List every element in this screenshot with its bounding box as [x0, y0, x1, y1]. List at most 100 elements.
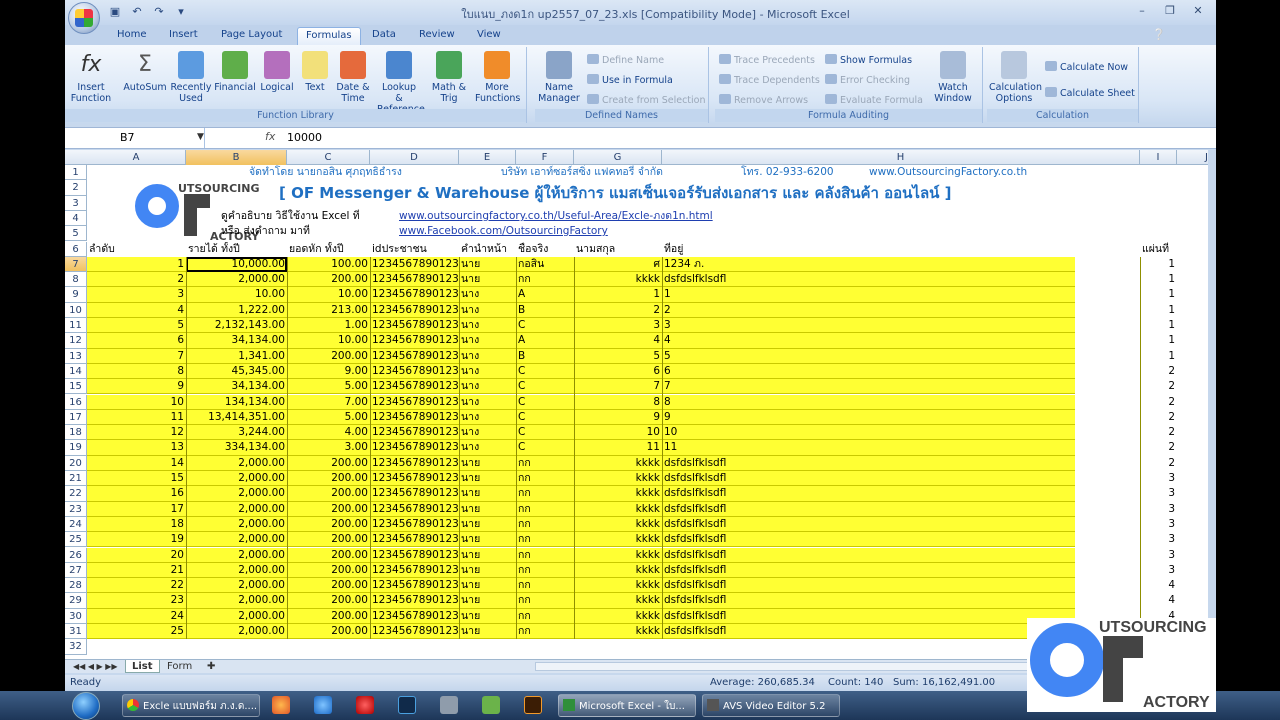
table-cell[interactable]: 1234567890123 — [370, 456, 459, 471]
table-cell[interactable]: 1234567890123 — [370, 272, 459, 287]
table-cell[interactable]: 1234567890123 — [370, 471, 459, 486]
row-header[interactable]: 28 — [65, 578, 87, 594]
table-cell[interactable]: 1 — [1140, 318, 1177, 334]
table-cell[interactable]: 2 — [662, 303, 1140, 318]
name-box-dropdown-icon[interactable]: ▼ — [197, 132, 204, 142]
date-time-button[interactable]: Date & Time — [331, 51, 375, 104]
table-cell[interactable]: 1 — [1140, 256, 1177, 273]
table-cell[interactable]: 334,134.00 — [186, 440, 287, 455]
more-functions-button[interactable]: More Functions — [475, 51, 520, 104]
table-cell[interactable]: 9 — [87, 379, 186, 394]
tab-page-layout[interactable]: Page Layout — [213, 27, 290, 45]
table-cell[interactable]: A — [516, 287, 574, 302]
row-header[interactable]: 21 — [65, 471, 87, 487]
table-cell[interactable]: กก — [516, 563, 574, 578]
row-header[interactable]: 4 — [65, 210, 87, 227]
table-cell[interactable]: 1234567890123 — [370, 609, 459, 624]
table-cell[interactable]: kkkk — [574, 517, 662, 532]
table-cell[interactable]: kkkk — [574, 471, 662, 486]
trace-dependents-button[interactable]: Trace Dependents — [719, 74, 820, 87]
taskbar-excel[interactable]: Microsoft Excel - ใบ... — [558, 694, 696, 717]
table-cell[interactable]: นาง — [459, 379, 516, 394]
table-cell[interactable]: 11 — [662, 440, 1140, 455]
trace-precedents-button[interactable]: Trace Precedents — [719, 54, 815, 67]
table-cell[interactable]: 2,000.00 — [186, 548, 287, 563]
table-cell[interactable]: 10 — [662, 425, 1140, 440]
table-cell[interactable]: 23 — [87, 593, 186, 608]
table-cell[interactable]: 1234567890123 — [370, 578, 459, 593]
row-header[interactable]: 14 — [65, 363, 87, 380]
table-cell[interactable]: 1234567890123 — [370, 532, 459, 547]
row-header[interactable]: 29 — [65, 593, 87, 609]
table-cell[interactable]: 100.00 — [287, 257, 370, 272]
formula-input[interactable]: 10000 — [287, 128, 322, 148]
table-cell[interactable]: 3 — [1140, 501, 1177, 517]
table-cell[interactable]: ศ — [574, 257, 662, 272]
table-cell[interactable]: C — [516, 364, 574, 379]
close-icon[interactable]: ✕ — [1184, 2, 1212, 20]
table-cell[interactable]: 8 — [574, 395, 662, 410]
table-cell[interactable]: 2 — [87, 272, 186, 287]
table-cell[interactable]: 1234567890123 — [370, 624, 459, 639]
row-header[interactable]: 3 — [65, 195, 87, 211]
table-cell[interactable]: กก — [516, 578, 574, 593]
row-header[interactable]: 10 — [65, 302, 87, 318]
table-cell[interactable]: กก — [516, 502, 574, 517]
illustrator-icon[interactable] — [524, 696, 542, 714]
table-cell[interactable]: 7 — [574, 379, 662, 394]
tool-icon[interactable] — [440, 696, 458, 714]
table-cell[interactable]: 1234567890123 — [370, 517, 459, 532]
table-cell[interactable]: กก — [516, 486, 574, 501]
table-cell[interactable]: 1 — [1140, 302, 1177, 318]
row-header[interactable]: 6 — [65, 241, 87, 257]
insert-function-icon[interactable]: fx — [265, 130, 275, 143]
table-cell[interactable]: 4 — [1140, 593, 1177, 609]
table-cell[interactable]: kkkk — [574, 272, 662, 287]
table-cell[interactable]: 2,000.00 — [186, 563, 287, 578]
table-cell[interactable]: นาง — [459, 425, 516, 440]
table-cell[interactable]: 1 — [1140, 287, 1177, 303]
tab-formulas[interactable]: Formulas — [297, 27, 361, 45]
table-cell[interactable]: กก — [516, 593, 574, 608]
table-cell[interactable]: 1234567890123 — [370, 379, 459, 394]
calculate-sheet-button[interactable]: Calculate Sheet — [1045, 87, 1135, 100]
table-cell[interactable]: 200.00 — [287, 624, 370, 639]
table-cell[interactable]: นาย — [459, 624, 516, 639]
table-cell[interactable]: dsfdslfklsdfl — [662, 578, 1140, 593]
table-cell[interactable]: 2,000.00 — [186, 456, 287, 471]
table-cell[interactable]: กก — [516, 272, 574, 287]
table-cell[interactable]: dsfdslfklsdfl — [662, 456, 1140, 471]
table-cell[interactable]: 10.00 — [287, 333, 370, 348]
active-cell[interactable]: 10,000.00 — [186, 256, 287, 273]
table-cell[interactable]: 18 — [87, 517, 186, 532]
table-cell[interactable]: 1,222.00 — [186, 303, 287, 318]
table-cell[interactable]: 22 — [87, 578, 186, 593]
table-cell[interactable]: dsfdslfklsdfl — [662, 272, 1140, 287]
table-cell[interactable]: 1234567890123 — [370, 548, 459, 563]
table-cell[interactable]: 200.00 — [287, 502, 370, 517]
table-cell[interactable]: 1234567890123 — [370, 349, 459, 364]
firefox-icon[interactable] — [272, 696, 290, 714]
table-cell[interactable]: กก — [516, 456, 574, 471]
table-cell[interactable]: 1234567890123 — [370, 486, 459, 501]
table-cell[interactable]: 1234567890123 — [370, 287, 459, 302]
table-cell[interactable]: 20 — [87, 548, 186, 563]
table-cell[interactable]: 3 — [662, 318, 1140, 333]
table-cell[interactable]: 2 — [1140, 440, 1177, 456]
row-header[interactable]: 7 — [65, 256, 87, 273]
row-header[interactable]: 18 — [65, 425, 87, 441]
table-cell[interactable]: 200.00 — [287, 517, 370, 532]
table-cell[interactable]: B — [516, 303, 574, 318]
table-cell[interactable]: 10.00 — [186, 287, 287, 302]
table-cell[interactable]: dsfdslfklsdfl — [662, 471, 1140, 486]
table-cell[interactable]: 2,000.00 — [186, 517, 287, 532]
table-cell[interactable]: 1234567890123 — [370, 303, 459, 318]
table-cell[interactable]: 3 — [1140, 486, 1177, 502]
error-checking-button[interactable]: Error Checking — [825, 74, 910, 87]
table-cell[interactable]: 5 — [87, 318, 186, 333]
table-cell[interactable]: 7 — [662, 379, 1140, 394]
row-header[interactable]: 22 — [65, 486, 87, 502]
table-cell[interactable]: 1234 ภ. — [662, 257, 1140, 272]
table-cell[interactable]: 9.00 — [287, 364, 370, 379]
row-header[interactable]: 19 — [65, 440, 87, 456]
